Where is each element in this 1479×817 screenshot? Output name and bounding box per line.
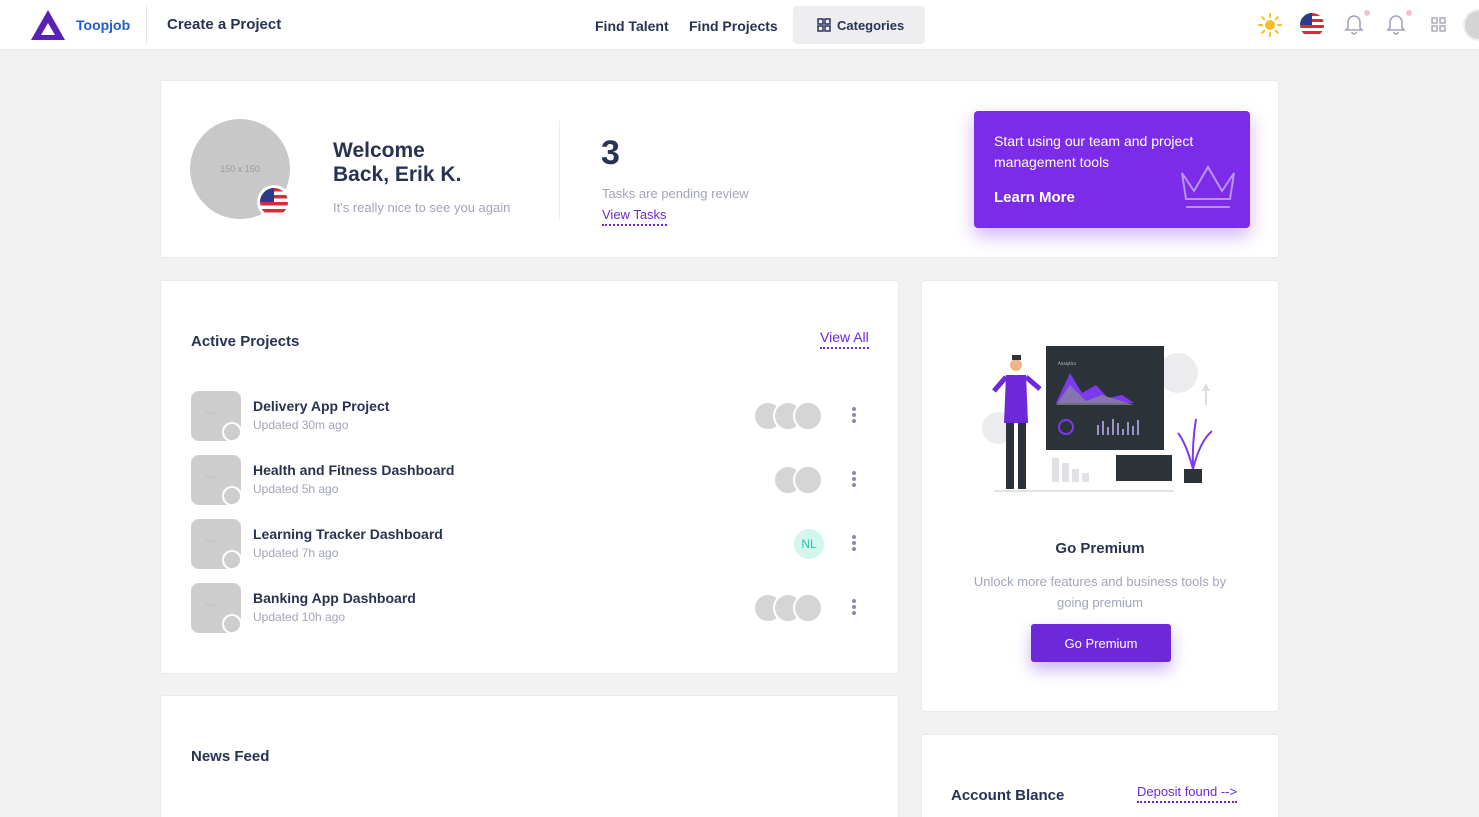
pending-tasks-label: Tasks are pending review	[602, 186, 749, 201]
member-avatars	[753, 401, 825, 431]
user-avatar[interactable]	[1463, 9, 1479, 41]
create-project-link[interactable]: Create a Project	[167, 16, 281, 33]
notification-dot	[1364, 10, 1370, 16]
us-flag-icon	[260, 188, 288, 216]
divider	[559, 121, 560, 219]
project-thumbnail: ~·~·	[191, 455, 242, 506]
member-avatars	[773, 465, 825, 495]
avatar-placeholder-text: 150 x 150	[220, 164, 260, 174]
project-name: Health and Fitness Dashboard	[253, 462, 455, 478]
more-options-icon[interactable]	[849, 407, 859, 425]
learn-more-link[interactable]: Learn More	[994, 189, 1075, 206]
find-talent-link[interactable]: Find Talent	[595, 18, 669, 34]
welcome-card: 150 x 150 Welcome Back, Erik K. It's rea…	[160, 80, 1279, 258]
go-premium-title: Go Premium	[1055, 540, 1145, 557]
svg-text:Analytics: Analytics	[1058, 361, 1076, 366]
brand-name: Toopjob	[76, 17, 131, 33]
project-name: Banking App Dashboard	[253, 590, 416, 606]
crown-icon	[1181, 165, 1235, 208]
navbar-divider	[146, 6, 147, 44]
project-updated: Updated 30m ago	[253, 418, 349, 432]
project-thumbnail: ~·~·	[191, 391, 242, 442]
sun-icon[interactable]	[1258, 13, 1282, 37]
more-options-icon[interactable]	[849, 599, 859, 617]
project-row[interactable]: ~·~· Banking App Dashboard Updated 10h a…	[191, 583, 871, 634]
bell-icon[interactable]	[1344, 13, 1364, 35]
project-updated: Updated 10h ago	[253, 610, 346, 624]
active-projects-title: Active Projects	[191, 333, 300, 350]
news-feed-card: News Feed	[160, 695, 899, 817]
account-balance-title: Account Blance	[951, 787, 1065, 804]
view-tasks-link[interactable]: View Tasks	[602, 207, 667, 226]
project-name: Learning Tracker Dashboard	[253, 526, 443, 542]
account-balance-card: Account Blance Deposit found -->	[921, 734, 1279, 817]
welcome-title: Welcome Back, Erik K.	[333, 139, 462, 186]
project-row[interactable]: ~·~· Health and Fitness Dashboard Update…	[191, 455, 871, 506]
welcome-subtitle: It's really nice to see you again	[333, 200, 511, 215]
view-all-link[interactable]: View All	[820, 329, 869, 349]
go-premium-button[interactable]: Go Premium	[1031, 624, 1171, 662]
country-badge	[257, 185, 291, 219]
us-flag-icon[interactable]	[1300, 13, 1324, 37]
categories-label: Categories	[837, 17, 905, 33]
pending-tasks-count: 3	[601, 134, 620, 172]
project-updated: Updated 7h ago	[253, 546, 339, 560]
brand-logo[interactable]: Toopjob	[30, 9, 130, 41]
bell-icon[interactable]	[1386, 13, 1406, 35]
more-options-icon[interactable]	[849, 535, 859, 553]
project-thumbnail: ~·~·	[191, 519, 242, 570]
news-feed-title: News Feed	[191, 748, 270, 765]
active-projects-card: Active Projects View All ~·~· Delivery A…	[160, 280, 899, 674]
go-premium-text: Unlock more features and business tools …	[973, 574, 1227, 610]
member-initials-avatar: NL	[794, 529, 824, 559]
logo-triangle-icon	[31, 10, 65, 40]
grid-icon	[817, 18, 831, 32]
analytics-illustration: Analytics	[982, 346, 1213, 492]
notification-dot	[1406, 10, 1412, 16]
project-row[interactable]: ~·~· Delivery App Project Updated 30m ag…	[191, 391, 871, 442]
project-row[interactable]: ~·~· Learning Tracker Dashboard Updated …	[191, 519, 871, 570]
promo-banner: Start using our team and project managem…	[974, 111, 1250, 228]
project-name: Delivery App Project	[253, 398, 390, 414]
apps-grid-icon[interactable]	[1431, 17, 1446, 32]
member-avatars	[753, 593, 825, 623]
more-options-icon[interactable]	[849, 471, 859, 489]
deposit-link[interactable]: Deposit found -->	[1137, 784, 1238, 803]
top-navbar: Toopjob Create a Project Find Talent Fin…	[0, 0, 1479, 50]
project-thumbnail: ~·~·	[191, 583, 242, 634]
project-updated: Updated 5h ago	[253, 482, 339, 496]
find-projects-link[interactable]: Find Projects	[689, 18, 778, 34]
categories-button[interactable]: Categories	[793, 6, 925, 44]
go-premium-card: Analytics Go Premium Unlock more feature…	[921, 280, 1279, 712]
